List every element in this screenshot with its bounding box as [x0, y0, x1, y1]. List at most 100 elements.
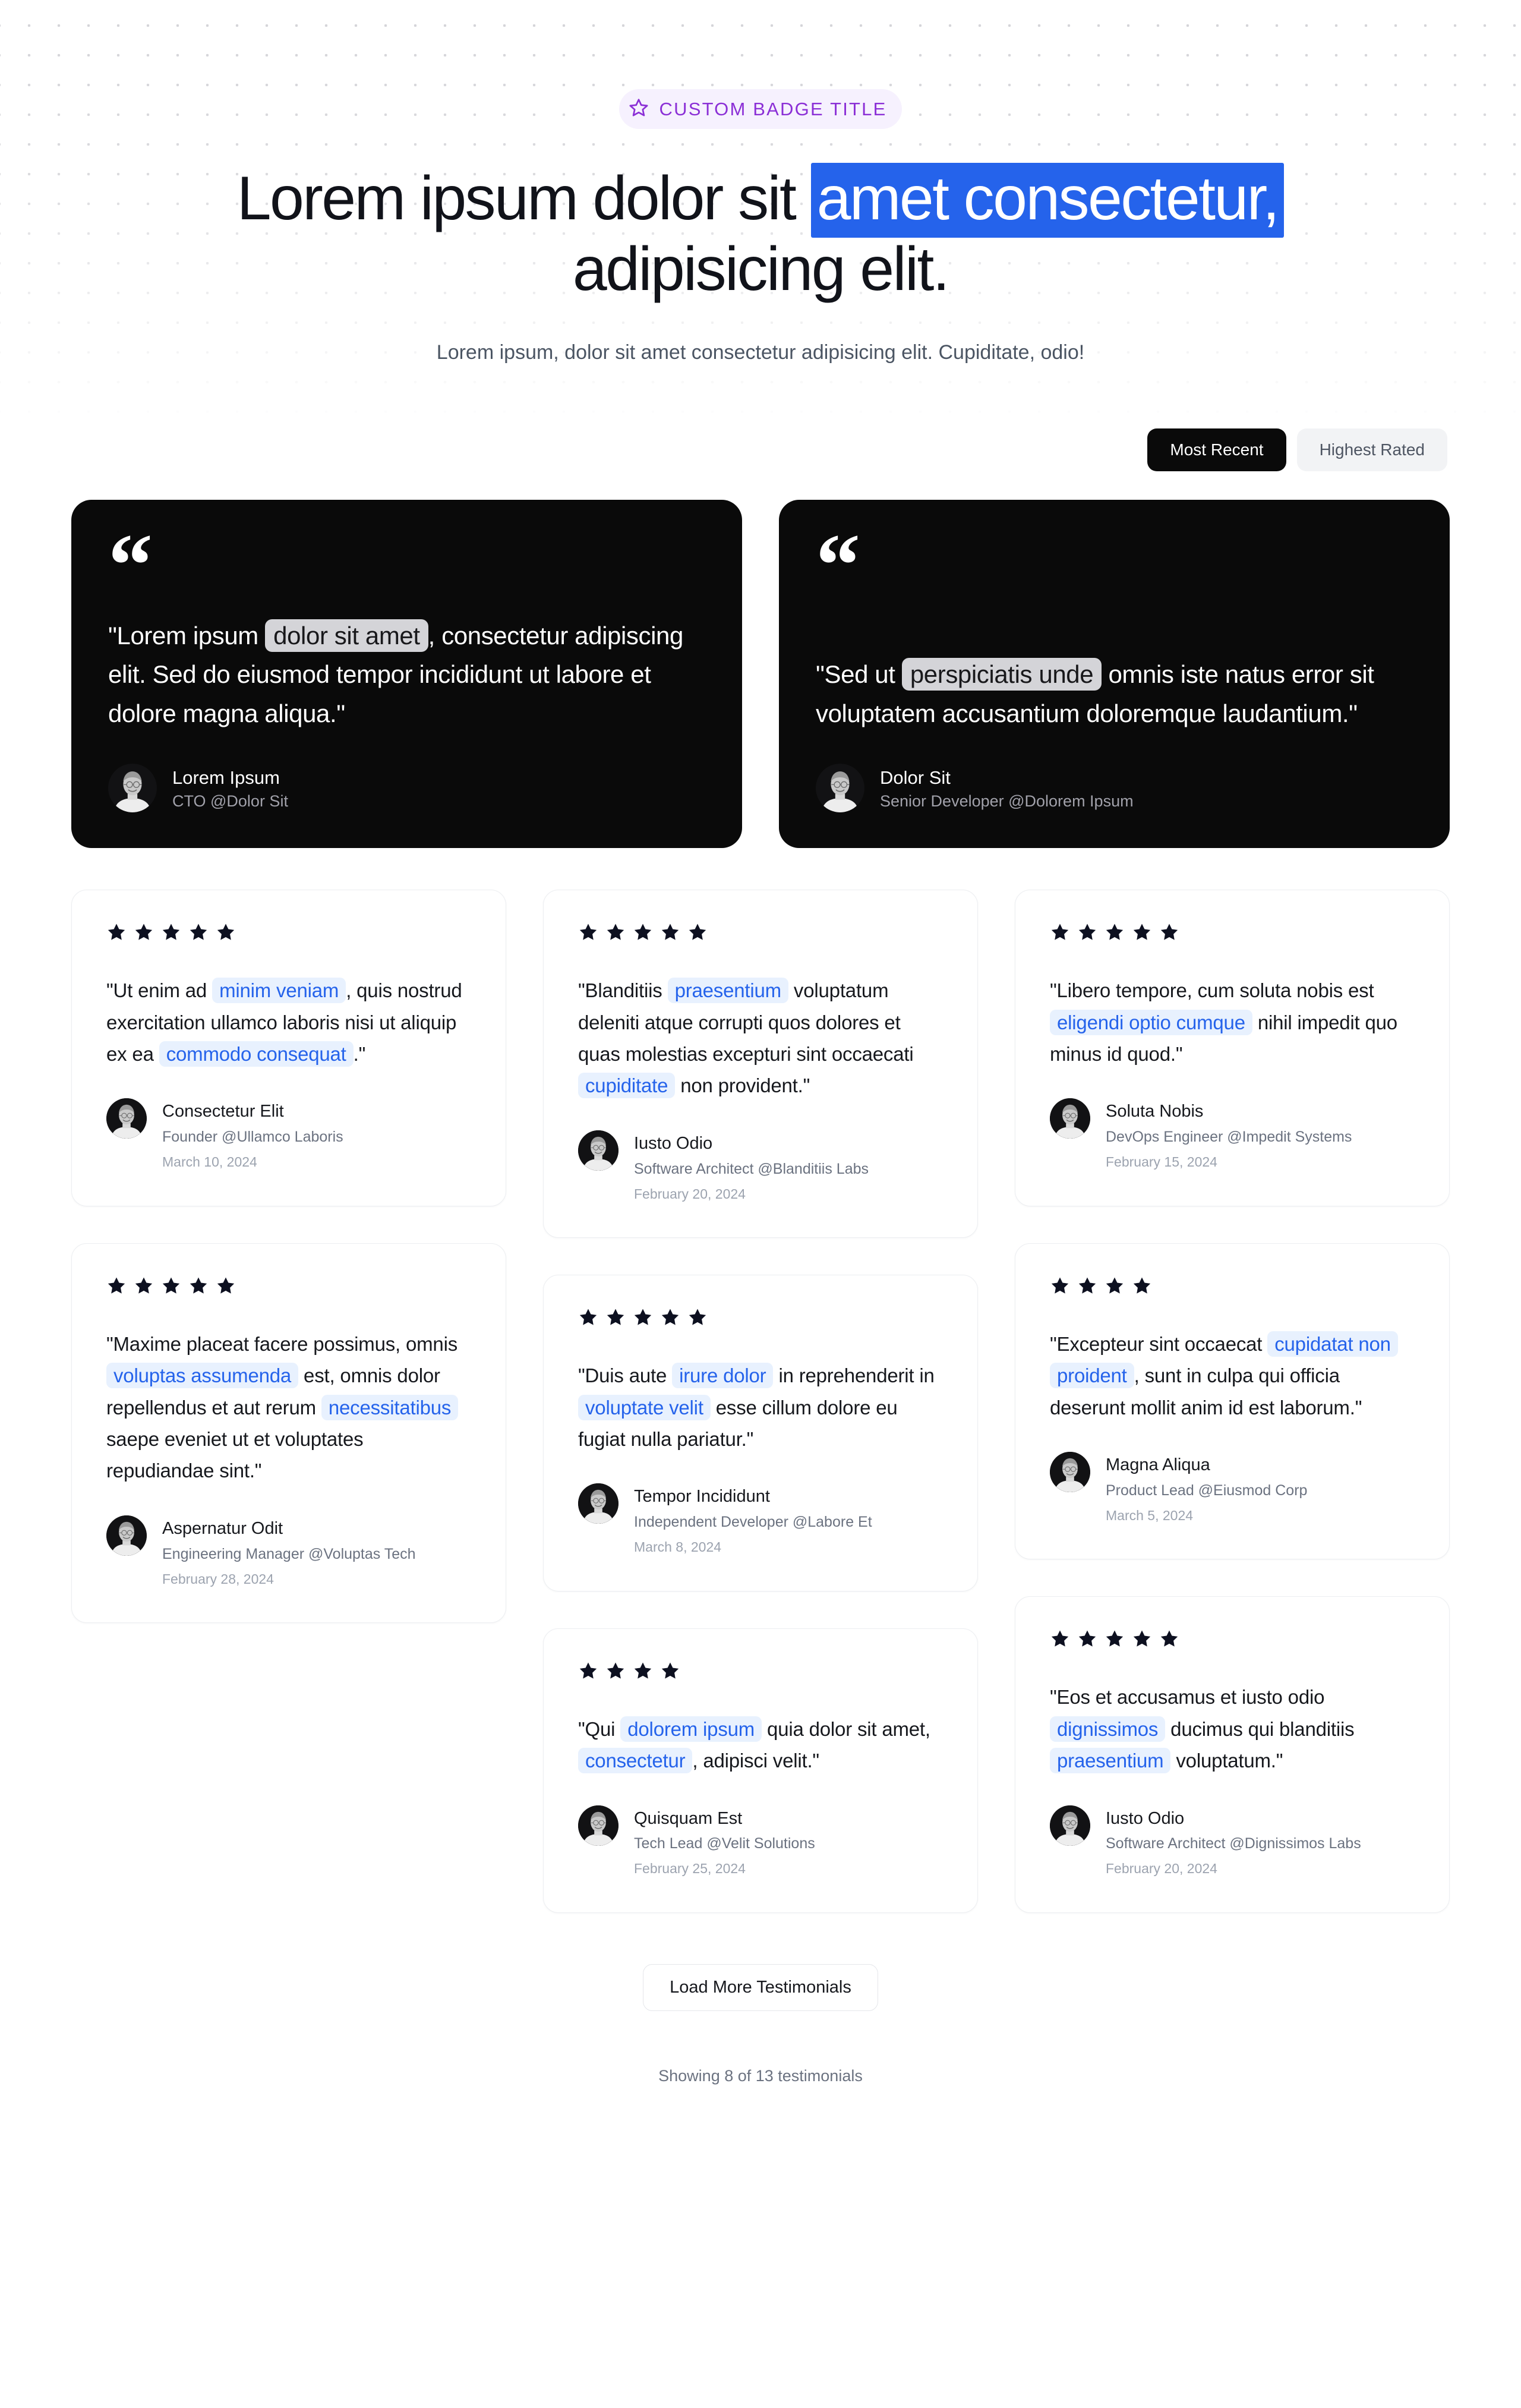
star-filled-icon: [188, 1276, 209, 1296]
quote-text: voluptatum.": [1170, 1750, 1283, 1772]
author-row: Dolor Sit Senior Developer @Dolorem Ipsum: [816, 764, 1413, 813]
testimonial-card: "Blanditiis praesentium voluptatum delen…: [543, 890, 978, 1238]
rating-stars: [1050, 922, 1415, 943]
quote-highlight: voluptas assumenda: [106, 1363, 299, 1389]
avatar: [108, 764, 157, 813]
quote-text: .": [353, 1043, 366, 1065]
star-filled-icon: [660, 1307, 680, 1328]
rating-stars: [578, 1661, 943, 1681]
author-name: Dolor Sit: [880, 767, 951, 789]
quote-mark-icon: “: [108, 516, 153, 615]
author-role: Independent Developer @Labore Et: [634, 1514, 872, 1531]
avatar: [578, 1805, 619, 1846]
star-filled-icon: [633, 1307, 653, 1328]
star-filled-icon: [106, 922, 127, 943]
avatar: [1050, 1098, 1090, 1139]
star-filled-icon: [1105, 1629, 1125, 1649]
testimonial-date: February 28, 2024: [162, 1571, 274, 1587]
star-filled-icon: [1132, 1276, 1152, 1296]
quote-highlight: necessitatibus: [321, 1394, 459, 1420]
quote-text: ducimus qui blanditiis: [1165, 1717, 1355, 1740]
author-meta: Lorem Ipsum CTO @Dolor Sit: [172, 764, 288, 812]
author-role: Founder @Ullamco Laboris: [162, 1129, 343, 1146]
author-meta: Magna Aliqua Product Lead @Eiusmod Corp Ma…: [1106, 1452, 1307, 1526]
author-role: CTO @Dolor Sit: [172, 792, 288, 810]
testimonials-grid: "Ut enim ad minim veniam, quis nostrud e…: [71, 890, 1450, 1950]
badge-row: CUSTOM BADGE TITLE: [71, 0, 1450, 129]
author-name: Lorem Ipsum: [172, 767, 280, 789]
headline-highlight: amet consectetur,: [810, 163, 1285, 238]
testimonial-quote: "Ut enim ad minim veniam, quis nostrud e…: [106, 975, 471, 1070]
author-meta: Iusto Odio Software Architect @Blanditiis…: [634, 1130, 869, 1204]
testimonial-date: February 20, 2024: [1106, 1861, 1217, 1877]
author-meta: Dolor Sit Senior Developer @Dolorem Ipsum: [880, 764, 1134, 812]
custom-badge: CUSTOM BADGE TITLE: [619, 89, 902, 129]
avatar: [1050, 1805, 1090, 1846]
featured-testimonial-card: “ "Sed ut perspiciatis unde omnis iste na…: [779, 500, 1450, 849]
star-filled-icon: [216, 1276, 236, 1296]
author-row: Iusto Odio Software Architect @Dignissimo…: [1050, 1805, 1415, 1879]
author-role: Product Lead @Eiusmod Corp: [1106, 1482, 1308, 1499]
load-more-button[interactable]: Load More Testimonials: [643, 1963, 878, 2011]
quote-text: "Qui: [578, 1717, 621, 1740]
headline-after: adipisicing elit.: [572, 234, 950, 304]
author-name: Iusto Odio: [634, 1133, 713, 1153]
quote-text: "Eos et accusamus et iusto odio: [1050, 1686, 1325, 1709]
testimonial-quote: "Libero tempore, cum soluta nobis est el…: [1050, 975, 1415, 1070]
testimonial-date: March 8, 2024: [634, 1539, 722, 1555]
rating-stars: [1050, 1276, 1415, 1296]
page-title: Lorem ipsum dolor sit amet consectetur, …: [196, 163, 1325, 304]
author-name: Magna Aliqua: [1106, 1455, 1210, 1474]
quote-mark-icon: “: [816, 516, 860, 615]
star-filled-icon: [1159, 922, 1179, 943]
star-filled-icon: [578, 922, 598, 943]
quote-highlight: voluptate velit: [578, 1394, 711, 1420]
testimonial-card: "Excepteur sint occaecat cupidatat non p…: [1015, 1243, 1450, 1560]
author-row: Tempor Incididunt Independent Developer @…: [578, 1483, 943, 1557]
star-filled-icon: [1050, 1276, 1070, 1296]
testimonial-quote: "Excepteur sint occaecat cupidatat non p…: [1050, 1328, 1415, 1423]
featured-testimonial-card: “"Lorem ipsum dolor sit amet, consectetu…: [71, 500, 742, 849]
star-filled-icon: [633, 1661, 653, 1681]
star-filled-icon: [660, 1661, 680, 1681]
quote-highlight: perspiciatis unde: [901, 658, 1102, 691]
testimonial-card: "Maxime placeat facere possimus, omnis v…: [71, 1243, 506, 1624]
star-filled-icon: [1050, 1629, 1070, 1649]
quote-text: saepe eveniet ut et voluptates repudiand…: [106, 1428, 364, 1482]
rating-stars: [578, 922, 943, 943]
filter-group: Most Recent Highest Rated: [71, 428, 1450, 472]
footer: Load More Testimonials Showing 8 of 13 t…: [71, 1963, 1450, 2157]
quote-highlight: cupiditate: [578, 1073, 676, 1099]
author-meta: Aspernatur Odit Engineering Manager @Volu…: [162, 1515, 416, 1589]
author-meta: Iusto Odio Software Architect @Dignissimo…: [1106, 1805, 1361, 1879]
author-role: DevOps Engineer @Impedit Systems: [1106, 1129, 1352, 1146]
star-filled-icon: [605, 1661, 626, 1681]
star-filled-icon: [216, 922, 236, 943]
testimonial-card: "Libero tempore, cum soluta nobis est el…: [1015, 890, 1450, 1206]
testimonial-quote: "Blanditiis praesentium voluptatum delen…: [578, 975, 943, 1102]
featured-testimonials: “"Lorem ipsum dolor sit amet, consectetu…: [71, 500, 1450, 849]
testimonial-quote: "Lorem ipsum dolor sit amet, consectetur…: [108, 616, 705, 733]
author-role: Engineering Manager @Voluptas Tech: [162, 1545, 416, 1562]
quote-text: "Lorem ipsum: [108, 621, 266, 650]
star-filled-icon: [1105, 922, 1125, 943]
testimonial-quote: "Eos et accusamus et iusto odio dignissi…: [1050, 1681, 1415, 1776]
quote-text: quia dolor sit amet,: [762, 1717, 930, 1740]
headline-before: Lorem ipsum dolor sit: [236, 164, 811, 233]
testimonial-card: "Eos et accusamus et iusto odio dignissi…: [1015, 1596, 1450, 1913]
star-filled-icon: [578, 1307, 598, 1328]
filter-most-recent-button[interactable]: Most Recent: [1147, 428, 1286, 472]
author-meta: Soluta Nobis DevOps Engineer @Impedit Sys…: [1106, 1098, 1352, 1172]
star-filled-icon: [605, 922, 626, 943]
quote-text: non provident.": [675, 1074, 810, 1097]
rating-stars: [106, 1276, 471, 1296]
star-filled-icon: [633, 922, 653, 943]
author-name: Iusto Odio: [1106, 1808, 1185, 1828]
quote-text: , adipisci velit.": [692, 1750, 819, 1772]
star-filled-icon: [134, 922, 154, 943]
quote-text: "Blanditiis: [578, 979, 668, 1002]
testimonial-quote: "Sed ut perspiciatis unde omnis iste nat…: [816, 655, 1413, 733]
author-name: Quisquam Est: [634, 1808, 743, 1828]
star-outline-icon: [629, 97, 649, 121]
filter-highest-rated-button[interactable]: Highest Rated: [1296, 428, 1447, 472]
